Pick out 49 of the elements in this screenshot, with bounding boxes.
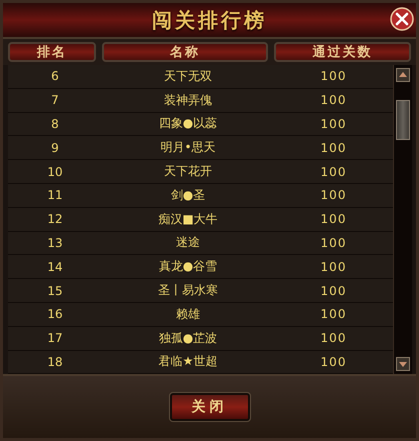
close-button[interactable]: 关闭 — [170, 393, 250, 421]
table-cell-text: 100 — [320, 116, 348, 131]
column-header: 排名 — [8, 42, 96, 62]
table-cell-text: 10 — [46, 164, 64, 179]
table-cell-text: 100 — [320, 284, 348, 298]
table-cell-text: 13 — [46, 236, 64, 250]
column-header: 通过关数 — [274, 42, 411, 62]
table-cell-text: 14 — [46, 260, 64, 274]
table-cell-text: 痴汉■大牛 — [157, 210, 219, 228]
table-cell-text: 100 — [320, 188, 348, 202]
table-cell-text: 16 — [46, 307, 64, 322]
table-cell-text: 剑●圣 — [170, 186, 206, 204]
table-cell-text: 真龙●谷雪 — [158, 258, 218, 276]
table-cell-text: 100 — [320, 140, 348, 155]
table-cell-text: 100 — [320, 212, 348, 226]
table-cell-text: 7 — [50, 93, 60, 108]
table-cell-text: 迷途 — [175, 234, 201, 252]
table-cell-text: 赖雄 — [175, 306, 201, 323]
table-cell-text: 100 — [320, 69, 348, 84]
table-cell-text: 天下无双 — [163, 68, 213, 85]
table-cell-text: 圣丨易水寒 — [157, 282, 219, 300]
table-cell-text: 100 — [320, 260, 348, 274]
table-cell-text: 100 — [320, 93, 348, 108]
table-cell-text: 100 — [320, 331, 348, 346]
window-title: 闯关排行榜 — [152, 6, 267, 34]
table-cell-text: 11 — [46, 188, 64, 202]
table-cell-text: 17 — [46, 331, 64, 346]
table-cell-text: 四象●以蕊 — [158, 115, 218, 132]
table-cell-text: 12 — [46, 212, 64, 226]
scrollbar[interactable] — [393, 65, 412, 374]
scroll-down-icon[interactable] — [396, 357, 410, 371]
table-cell-text: 9 — [50, 140, 60, 155]
scroll-thumb[interactable] — [396, 100, 410, 140]
table-cell-text: 装神弄傀 — [163, 92, 213, 109]
table-cell-text: 6 — [50, 69, 60, 84]
close-icon[interactable] — [390, 7, 414, 31]
table-cell-text: 100 — [320, 164, 348, 179]
table-cell-text: 18 — [46, 354, 64, 369]
table-cell-text: 100 — [320, 354, 348, 369]
table-cell-text: 天下花开 — [163, 163, 213, 180]
table-cell-text: 100 — [320, 236, 348, 250]
table-cell-text: 15 — [46, 284, 64, 298]
table-cell-text: 8 — [50, 116, 60, 131]
table-cell-text: 100 — [320, 307, 348, 322]
column-header: 名称 — [102, 42, 268, 62]
scroll-up-icon[interactable] — [396, 68, 410, 82]
table-cell-text: 明月•思天 — [159, 139, 217, 156]
table-cell-text: 君临★世超 — [158, 353, 218, 370]
table-cell-text: 独孤●芷波 — [158, 330, 218, 347]
